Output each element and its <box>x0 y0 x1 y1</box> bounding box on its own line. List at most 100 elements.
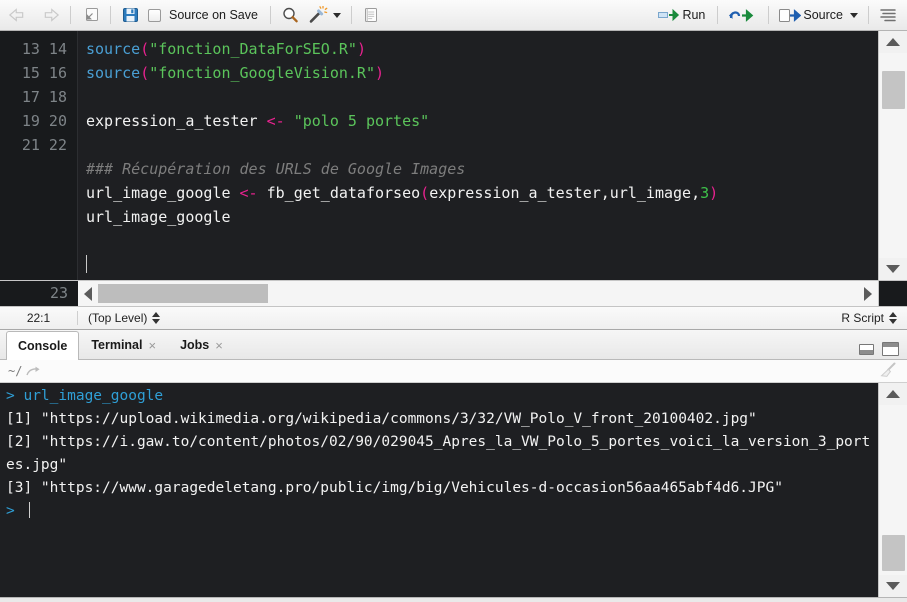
pane-controls <box>859 342 907 359</box>
cursor-position: 22:1 <box>0 311 78 325</box>
run-icon <box>658 8 680 22</box>
magnifier-glyph <box>283 7 298 23</box>
popout-glyph <box>86 8 98 21</box>
console-scroll-thumb[interactable] <box>881 535 905 571</box>
code-token: source <box>86 40 141 58</box>
minimize-pane-icon[interactable] <box>859 343 874 355</box>
document-outline-icon[interactable] <box>875 3 901 27</box>
console-line: [1] "https://upload.wikimedia.org/wikipe… <box>6 408 878 431</box>
file-type-selector[interactable]: R Script <box>841 311 907 325</box>
wand-glyph <box>309 6 328 23</box>
back-arrow-icon[interactable] <box>4 3 34 27</box>
scroll-thumb[interactable] <box>881 71 905 109</box>
code-token: "fonction_DataForSEO.R" <box>149 40 357 58</box>
search-icon[interactable] <box>277 3 304 27</box>
outline-glyph <box>880 9 896 22</box>
scroll-left-button[interactable] <box>78 286 98 301</box>
scroll-up-button[interactable] <box>878 31 907 53</box>
file-type-chevrons-icon <box>889 312 897 324</box>
show-in-new-window-icon[interactable] <box>77 3 104 27</box>
forward-arrow-icon[interactable] <box>34 3 64 27</box>
console-output[interactable]: > url_image_google [1] "https://upload.wi… <box>0 383 878 597</box>
console-prompt-symbol: > <box>6 388 24 404</box>
console-line: [2] "https://i.gaw.to/content/photos/02/… <box>6 431 878 477</box>
code-line: url_image_google <- fb_get_dataforseo(ex… <box>86 181 878 205</box>
tab-jobs[interactable]: Jobs × <box>168 330 235 359</box>
run-button[interactable]: Run <box>654 3 711 27</box>
console-scroll-up-button[interactable] <box>878 383 907 405</box>
code-line: source("fonction_DataForSEO.R") <box>86 37 878 61</box>
triangle-down-icon <box>886 582 900 590</box>
maximize-pane-icon[interactable] <box>882 342 899 356</box>
console-tab-bar: Console Terminal × Jobs × <box>0 330 907 360</box>
window-bottom-edge <box>0 597 907 602</box>
source-on-save-label: Source on Save <box>169 8 258 22</box>
rerun-glyph <box>729 8 754 22</box>
console-body[interactable]: > url_image_google [1] "https://upload.wi… <box>0 383 907 597</box>
console-line: > url_image_google <box>6 385 878 408</box>
scroll-down-button[interactable] <box>878 258 907 280</box>
triangle-right-icon <box>864 286 872 301</box>
console-vertical-scrollbar[interactable] <box>878 383 907 597</box>
toolbar-separator <box>868 6 869 24</box>
h-scroll-thumb[interactable] <box>98 284 268 303</box>
editor-vertical-scrollbar[interactable] <box>878 31 907 280</box>
code-line: expression_a_tester <- "polo 5 portes" <box>86 109 878 133</box>
toolbar-separator <box>350 6 352 24</box>
code-token: ( <box>140 40 150 58</box>
code-token: <- <box>266 112 285 130</box>
broom-glyph <box>880 362 896 377</box>
tab-label: Console <box>18 339 68 353</box>
code-token: url_image_google <box>86 184 240 202</box>
gutter-last-line: 23 <box>0 281 78 306</box>
code-token: ( <box>420 184 430 202</box>
rstudio-window: Source on Save Run Source 13 14 15 16 17… <box>0 0 907 602</box>
source-pane: Source on Save Run Source 13 14 15 16 17… <box>0 0 907 330</box>
console-path-bar: ~/ <box>0 360 907 383</box>
code-line: ### Récupération des URLS de Google Imag… <box>86 157 878 181</box>
re-run-icon[interactable] <box>724 3 762 27</box>
console-output-text: [2] "https://i.gaw.to/content/photos/02/… <box>6 434 871 473</box>
code-token: ) <box>356 40 366 58</box>
console-scroll-track[interactable] <box>878 405 907 575</box>
scroll-track[interactable] <box>878 53 907 258</box>
checkbox-box <box>148 8 161 22</box>
code-line: source("fonction_GoogleVision.R") <box>86 61 878 85</box>
console-output-text: [3] "https://www.garagedeletang.pro/publ… <box>6 480 783 496</box>
console-line: [3] "https://www.garagedeletang.pro/publ… <box>6 477 878 500</box>
code-token: "polo 5 portes" <box>293 112 430 130</box>
editor-horizontal-scrollbar[interactable] <box>78 281 878 306</box>
close-icon[interactable]: × <box>148 338 156 353</box>
close-icon[interactable]: × <box>215 338 223 353</box>
toolbar-separator <box>70 6 71 24</box>
code-token: ### Récupération des URLS de Google Imag… <box>86 160 466 178</box>
code-token: fb_get_dataforseo <box>257 184 421 202</box>
open-directory-icon[interactable] <box>26 365 42 378</box>
save-icon[interactable] <box>117 3 144 27</box>
source-button[interactable]: Source <box>775 3 862 27</box>
back-arrow-glyph <box>8 8 24 22</box>
tab-console[interactable]: Console <box>6 331 80 360</box>
tab-label: Jobs <box>180 338 210 352</box>
console-scroll-down-button[interactable] <box>878 575 907 597</box>
tab-label: Terminal <box>91 338 143 352</box>
code-line <box>86 253 878 277</box>
run-label: Run <box>682 8 706 22</box>
tab-terminal[interactable]: Terminal × <box>79 330 168 359</box>
compile-report-icon[interactable] <box>358 3 383 27</box>
clear-console-broom-icon[interactable] <box>877 362 899 381</box>
triangle-down-icon <box>886 265 900 273</box>
scope-selector[interactable]: (Top Level) <box>78 311 161 325</box>
source-status-bar: 22:1 (Top Level) R Script <box>0 306 907 329</box>
code-token: url_image_google <box>86 208 231 226</box>
code-content[interactable]: source("fonction_DataForSEO.R") source("f… <box>78 31 878 280</box>
triangle-up-icon <box>886 38 900 46</box>
source-on-save-checkbox[interactable]: Source on Save <box>144 3 264 27</box>
scroll-right-button[interactable] <box>858 286 878 301</box>
code-editor[interactable]: 13 14 15 16 17 18 19 20 21 22 source("fo… <box>0 31 907 280</box>
code-tools-magic-wand-icon[interactable] <box>304 3 345 27</box>
code-token: source <box>86 64 141 82</box>
console-prompt-symbol: > <box>6 503 24 519</box>
code-token: "fonction_GoogleVision.R" <box>149 64 375 82</box>
